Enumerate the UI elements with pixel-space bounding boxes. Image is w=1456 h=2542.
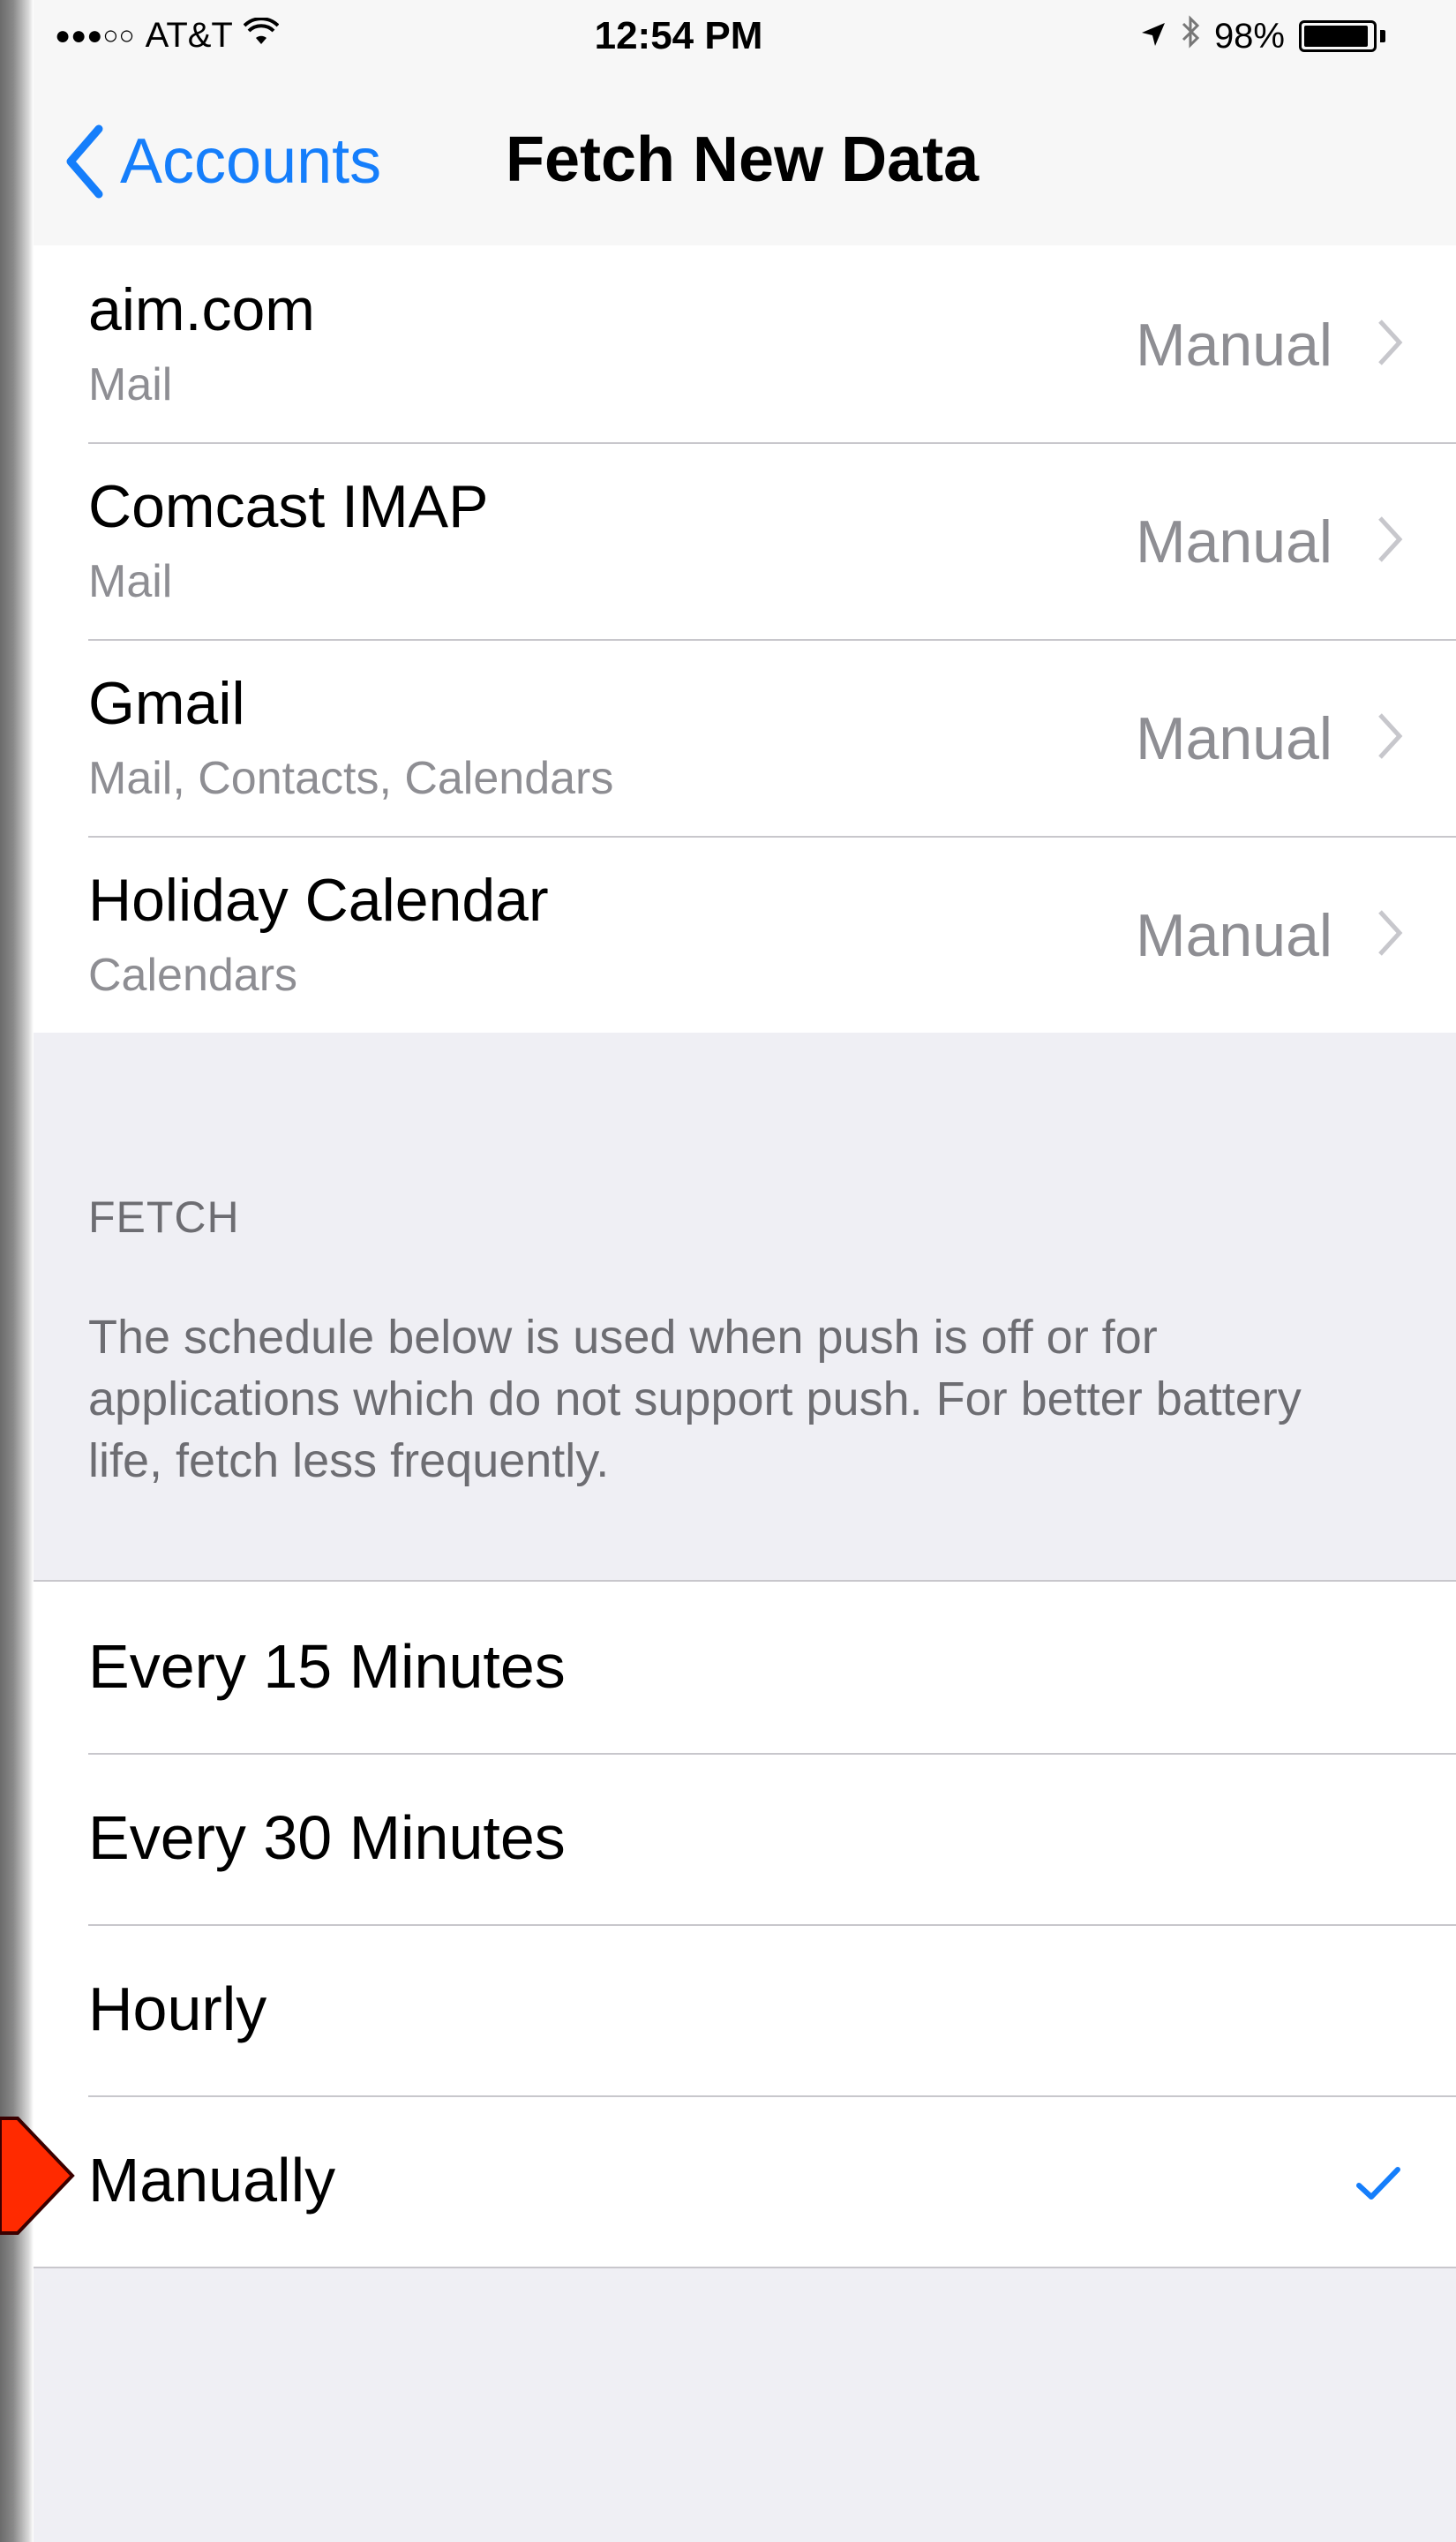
status-right: 98% [1140, 14, 1385, 58]
battery-tip [1380, 30, 1385, 42]
back-button-label: Accounts [120, 126, 382, 197]
fetch-option-label: Every 30 Minutes [88, 1803, 566, 1872]
account-services: Mail, Contacts, Calendars [88, 753, 614, 804]
account-services: Calendars [88, 950, 298, 1001]
fetch-description: The schedule below is used when push is … [88, 1311, 1302, 1487]
section-header-fetch: FETCH [88, 1192, 240, 1242]
annotation-arrow-icon [0, 2117, 75, 2235]
account-row-aim[interactable]: aim.com Mail Manual [34, 245, 1456, 442]
fetch-option-label: Hourly [88, 1974, 267, 2043]
page-title: Fetch New Data [506, 124, 979, 195]
account-row-gmail[interactable]: Gmail Mail, Contacts, Calendars Manual [34, 639, 1456, 836]
fetch-option-label: Every 15 Minutes [88, 1632, 566, 1701]
chevron-right-icon [1378, 713, 1403, 759]
account-fetch-value: Manual [1135, 705, 1332, 772]
account-services: Mail [88, 556, 173, 607]
fetch-option-every-15-minutes[interactable]: Every 15 Minutes [34, 1582, 1456, 1753]
location-arrow-icon [1140, 17, 1167, 56]
account-name: aim.com [88, 276, 315, 343]
account-fetch-value: Manual [1135, 312, 1332, 379]
account-row-holiday-calendar[interactable]: Holiday Calendar Calendars Manual [34, 836, 1456, 1033]
account-services: Mail [88, 359, 173, 410]
bluetooth-icon [1181, 14, 1200, 58]
battery-percent: 98% [1213, 16, 1285, 56]
account-row-comcast[interactable]: Comcast IMAP Mail Manual [34, 442, 1456, 639]
fetch-options-list: Every 15 Minutes Every 30 Minutes Hourly… [34, 1580, 1456, 2268]
account-fetch-value: Manual [1135, 902, 1332, 969]
nav-bar: Accounts Fetch New Data [34, 78, 1456, 245]
account-name: Gmail [88, 670, 245, 737]
battery-icon [1299, 20, 1377, 52]
chevron-right-icon [1378, 516, 1403, 562]
fetch-option-every-30-minutes[interactable]: Every 30 Minutes [34, 1753, 1456, 1924]
checkmark-icon [1356, 2167, 1400, 2200]
status-bar: ●●●○○ AT&T 12:54 PM 98% [34, 0, 1456, 78]
account-name: Comcast IMAP [88, 473, 489, 540]
account-fetch-value: Manual [1135, 508, 1332, 575]
fetch-option-label: Manually [88, 2146, 336, 2215]
accounts-list: aim.com Mail Manual Comcast IMAP Mail Ma… [34, 245, 1456, 1033]
account-name: Holiday Calendar [88, 867, 549, 934]
fetch-option-hourly[interactable]: Hourly [34, 1924, 1456, 2095]
chevron-left-icon [66, 124, 103, 199]
screen: ●●●○○ AT&T 12:54 PM 98% Accounts Fetch N… [34, 0, 1456, 2542]
chevron-right-icon [1378, 320, 1403, 365]
back-button[interactable]: Accounts [60, 122, 381, 201]
fetch-option-manually[interactable]: Manually [34, 2095, 1456, 2267]
chevron-right-icon [1378, 910, 1403, 956]
